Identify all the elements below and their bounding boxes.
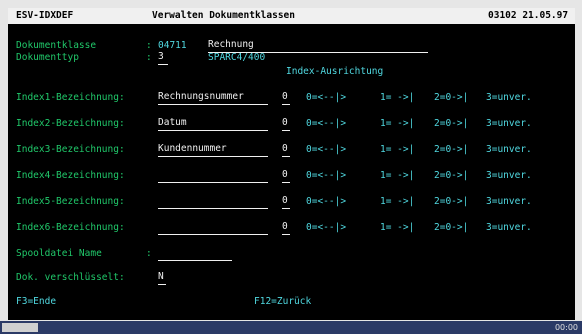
taskbar-clock: 00:00 bbox=[554, 323, 578, 332]
encrypted-label: Dok. verschlüsselt: bbox=[16, 272, 125, 283]
start-button[interactable] bbox=[2, 323, 38, 332]
index-label: Index4-Bezeichnung: bbox=[16, 170, 125, 181]
index-row: Index5-Bezeichnung: 0 0=<--|> 1= ->| 2=0… bbox=[8, 194, 575, 210]
spool-label: Spooldatei Name bbox=[16, 248, 102, 259]
option-right: 1= ->| bbox=[380, 118, 415, 129]
index-label: Index6-Bezeichnung: bbox=[16, 222, 125, 233]
option-unchanged: 3=unver. bbox=[486, 222, 532, 233]
index-align-field[interactable]: 0 bbox=[282, 117, 290, 131]
option-both: 2=0->| bbox=[434, 196, 469, 207]
spool-colon: : bbox=[146, 248, 152, 259]
row-spooldatei: Spooldatei Name : bbox=[8, 246, 575, 262]
index-align-title: Index-Ausrichtung bbox=[286, 66, 384, 77]
terminal-screen: ESV-IDXDEF Verwalten Dokumentklassen 031… bbox=[8, 8, 575, 320]
index-align-field[interactable]: 0 bbox=[282, 169, 290, 183]
index-align-value: 0 bbox=[282, 169, 288, 180]
index-name-field[interactable] bbox=[158, 170, 268, 183]
spool-field[interactable] bbox=[158, 248, 232, 261]
option-left: 0=<--|> bbox=[306, 196, 347, 207]
row-function-keys: F3=Ende F12=Zurück bbox=[8, 294, 575, 310]
option-left: 0=<--|> bbox=[306, 222, 347, 233]
index-align-field[interactable]: 0 bbox=[282, 195, 290, 209]
option-both: 2=0->| bbox=[434, 170, 469, 181]
option-right: 1= ->| bbox=[380, 170, 415, 181]
index-row: Index3-Bezeichnung: Kundennummer 0 0=<--… bbox=[8, 142, 575, 158]
option-left: 0=<--|> bbox=[306, 170, 347, 181]
f3-exit-key[interactable]: F3=Ende bbox=[16, 294, 56, 310]
index-label: Index3-Bezeichnung: bbox=[16, 144, 125, 155]
index-label: Index1-Bezeichnung: bbox=[16, 92, 125, 103]
option-unchanged: 3=unver. bbox=[486, 144, 532, 155]
title-bar: ESV-IDXDEF Verwalten Dokumentklassen 031… bbox=[8, 8, 575, 24]
index-name-field[interactable]: Kundennummer bbox=[158, 143, 268, 157]
option-unchanged: 3=unver. bbox=[486, 170, 532, 181]
terminal-window: ESV-IDXDEF Verwalten Dokumentklassen 031… bbox=[0, 0, 582, 334]
date-stamp: 03102 21.05.97 bbox=[488, 10, 569, 21]
option-both: 2=0->| bbox=[434, 118, 469, 129]
typ-value: 3 bbox=[158, 51, 164, 62]
option-left: 0=<--|> bbox=[306, 118, 347, 129]
row-index-header: Index-Ausrichtung bbox=[8, 64, 575, 80]
option-both: 2=0->| bbox=[434, 144, 469, 155]
program-id: ESV-IDXDEF bbox=[16, 10, 74, 21]
index-label: Index5-Bezeichnung: bbox=[16, 196, 125, 207]
row-verschluesselt: Dok. verschlüsselt: N bbox=[8, 270, 575, 286]
index-row: Index2-Bezeichnung: Datum 0 0=<--|> 1= -… bbox=[8, 116, 575, 132]
index-value: Rechnungsnummer bbox=[158, 91, 244, 102]
index-name-field[interactable] bbox=[158, 222, 268, 235]
index-row: Index6-Bezeichnung: 0 0=<--|> 1= ->| 2=0… bbox=[8, 220, 575, 236]
index-row: Index1-Bezeichnung: Rechnungsnummer 0 0=… bbox=[8, 90, 575, 106]
taskbar: 00:00 bbox=[0, 321, 582, 334]
index-align-value: 0 bbox=[282, 221, 288, 232]
index-align-field[interactable]: 0 bbox=[282, 91, 290, 105]
option-both: 2=0->| bbox=[434, 92, 469, 103]
option-left: 0=<--|> bbox=[306, 144, 347, 155]
encrypted-value: N bbox=[158, 271, 164, 282]
option-unchanged: 3=unver. bbox=[486, 92, 532, 103]
index-align-value: 0 bbox=[282, 117, 288, 128]
index-align-value: 0 bbox=[282, 195, 288, 206]
index-row: Index4-Bezeichnung: 0 0=<--|> 1= ->| 2=0… bbox=[8, 168, 575, 184]
index-name-field[interactable]: Rechnungsnummer bbox=[158, 91, 268, 105]
option-unchanged: 3=unver. bbox=[486, 196, 532, 207]
index-align-value: 0 bbox=[282, 143, 288, 154]
option-both: 2=0->| bbox=[434, 222, 469, 233]
index-label: Index2-Bezeichnung: bbox=[16, 118, 125, 129]
screen-title: Verwalten Dokumentklassen bbox=[152, 10, 295, 21]
index-value: Kundennummer bbox=[158, 143, 227, 154]
option-right: 1= ->| bbox=[380, 222, 415, 233]
index-value: Datum bbox=[158, 117, 187, 128]
index-name-field[interactable] bbox=[158, 196, 268, 209]
option-right: 1= ->| bbox=[380, 144, 415, 155]
index-name-field[interactable]: Datum bbox=[158, 117, 268, 131]
encrypted-field[interactable]: N bbox=[158, 271, 166, 285]
option-right: 1= ->| bbox=[380, 92, 415, 103]
option-unchanged: 3=unver. bbox=[486, 118, 532, 129]
option-left: 0=<--|> bbox=[306, 92, 347, 103]
index-align-field[interactable]: 0 bbox=[282, 143, 290, 157]
index-align-value: 0 bbox=[282, 91, 288, 102]
f12-back-key[interactable]: F12=Zurück bbox=[254, 294, 311, 310]
option-right: 1= ->| bbox=[380, 196, 415, 207]
index-align-field[interactable]: 0 bbox=[282, 221, 290, 235]
